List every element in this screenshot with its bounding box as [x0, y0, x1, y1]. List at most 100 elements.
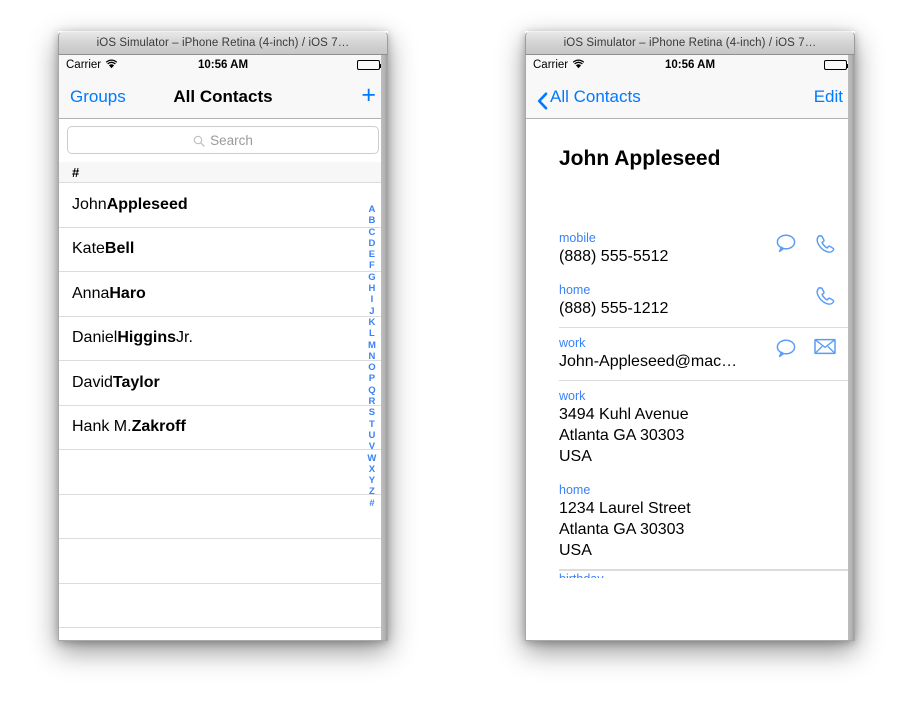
contact-field-row[interactable]: mobile (888) 555-5512: [526, 223, 854, 275]
screen-right-edge-right: [848, 55, 854, 640]
index-letter[interactable]: Y: [369, 475, 376, 486]
back-button-label: All Contacts: [550, 86, 641, 106]
contact-row[interactable]: Hank M. Zakroff: [59, 406, 387, 450]
empty-list-row: [59, 539, 387, 584]
index-letter[interactable]: M: [368, 340, 376, 351]
contact-field-row[interactable]: work 3494 Kuhl Avenue Atlanta GA 30303 USA: [526, 381, 854, 475]
window-titlebar-right[interactable]: iOS Simulator – iPhone Retina (4-inch) /…: [525, 31, 855, 55]
index-letter[interactable]: L: [369, 328, 375, 339]
screen-right-edge-left: [381, 55, 387, 640]
status-bar-left: Carrier 10:56 AM: [59, 55, 387, 75]
contact-first-name: Hank M.: [72, 418, 132, 436]
contact-field-row[interactable]: home (888) 555-1212: [526, 275, 854, 327]
cut-off-field-label: birthday: [526, 571, 854, 578]
field-actions: [775, 233, 836, 255]
index-letter[interactable]: D: [368, 238, 375, 249]
index-letter[interactable]: S: [369, 407, 376, 418]
index-letter[interactable]: G: [368, 272, 376, 283]
contact-row[interactable]: Kate Bell: [59, 228, 387, 272]
status-bar-right: Carrier 10:56 AM: [526, 55, 854, 75]
alphabet-index-bar[interactable]: A B C D E F G H I J K L M N O P Q R S T U V W X Y Z #: [365, 204, 379, 509]
contact-row[interactable]: David Taylor: [59, 361, 387, 406]
navigation-bar-right: All Contacts Edit: [526, 75, 854, 119]
device-screen-left: Carrier 10:56 AM Groups All Contacts + S…: [58, 55, 388, 641]
contact-rows-container: John Appleseed Kate Bell Anna Haro Daniel H…: [59, 183, 387, 628]
contact-row[interactable]: Anna Haro: [59, 272, 387, 317]
contact-row[interactable]: Daniel Higgins Jr.: [59, 317, 387, 361]
index-letter[interactable]: K: [368, 317, 375, 328]
contact-last-name: Taylor: [112, 373, 160, 391]
status-bar-time-right: 10:56 AM: [664, 59, 716, 71]
field-value: (888) 555-1212: [559, 300, 669, 317]
contact-field-row[interactable]: home 1234 Laurel Street Atlanta GA 30303 US…: [526, 475, 854, 569]
contact-last-name: Zakroff: [131, 418, 186, 436]
section-header: #: [59, 162, 387, 183]
contact-last-name: Higgins: [117, 329, 177, 347]
edit-button[interactable]: Edit: [814, 87, 843, 107]
contact-field-row[interactable]: work John-Appleseed@mac…: [526, 328, 854, 380]
field-value-line: Atlanta GA 30303: [559, 521, 685, 538]
index-letter[interactable]: Z: [369, 486, 375, 497]
index-letter[interactable]: A: [368, 204, 375, 215]
field-label: home: [559, 283, 591, 297]
index-letter[interactable]: T: [369, 419, 375, 430]
contact-first-name: Kate: [72, 240, 105, 258]
index-letter[interactable]: H: [368, 283, 375, 294]
field-value-line: Atlanta GA 30303: [559, 427, 685, 444]
search-icon: [193, 134, 205, 147]
groups-button[interactable]: Groups: [70, 87, 126, 107]
index-letter[interactable]: N: [368, 351, 375, 362]
index-letter[interactable]: B: [368, 215, 375, 226]
index-letter[interactable]: O: [368, 362, 376, 373]
index-letter[interactable]: W: [367, 453, 376, 464]
field-actions: [775, 338, 836, 360]
message-bubble-icon[interactable]: [775, 338, 797, 360]
search-input[interactable]: Search: [67, 126, 379, 154]
back-button[interactable]: All Contacts: [537, 86, 641, 110]
phone-icon[interactable]: [814, 285, 836, 307]
screenshot-stage: iOS Simulator – iPhone Retina (4-inch) /…: [0, 0, 912, 718]
index-letter[interactable]: #: [369, 498, 374, 509]
index-letter[interactable]: J: [369, 306, 374, 317]
contact-last-name: Appleseed: [106, 195, 188, 213]
contact-fields-container: mobile (888) 555-5512 home (888) 555-1212 wo…: [526, 223, 854, 570]
contact-last-name: Haro: [109, 284, 146, 302]
index-letter[interactable]: F: [369, 260, 375, 271]
empty-list-row: [59, 584, 387, 628]
index-letter[interactable]: C: [368, 227, 375, 238]
window-title-right: iOS Simulator – iPhone Retina (4-inch) /…: [563, 37, 817, 49]
contacts-list[interactable]: # John Appleseed Kate Bell Anna Haro Daniel…: [59, 162, 387, 628]
battery-full-icon: [824, 60, 849, 70]
field-label: work: [559, 389, 586, 403]
index-letter[interactable]: V: [369, 441, 376, 452]
empty-list-row: [59, 495, 387, 539]
contact-first-name: David: [72, 373, 113, 391]
add-contact-button[interactable]: +: [361, 81, 376, 109]
index-letter[interactable]: X: [369, 464, 376, 475]
status-bar-right-group-right: [824, 60, 849, 70]
index-letter[interactable]: P: [369, 373, 376, 384]
edit-button-label: Edit: [813, 86, 843, 106]
index-letter[interactable]: R: [368, 396, 375, 407]
index-letter[interactable]: E: [369, 249, 376, 260]
message-bubble-icon[interactable]: [775, 233, 797, 255]
chevron-left-icon: [537, 91, 548, 110]
window-titlebar-left[interactable]: iOS Simulator – iPhone Retina (4-inch) /…: [58, 31, 388, 55]
simulator-window-contact-detail: iOS Simulator – iPhone Retina (4-inch) /…: [525, 31, 855, 641]
plus-icon: +: [361, 81, 376, 109]
navigation-bar-left: Groups All Contacts +: [59, 75, 387, 119]
status-bar-time: 10:56 AM: [197, 59, 249, 71]
field-value: 1234 Laurel Street Atlanta GA 30303 USA: [559, 498, 854, 561]
phone-icon[interactable]: [814, 233, 836, 255]
detail-spacer: [526, 171, 854, 223]
contact-first-name: John: [72, 195, 107, 213]
index-letter[interactable]: Q: [368, 385, 376, 396]
simulator-window-contacts-list: iOS Simulator – iPhone Retina (4-inch) /…: [58, 31, 388, 641]
search-bar-container: Search: [59, 119, 387, 162]
index-letter[interactable]: I: [371, 294, 374, 305]
contact-row[interactable]: John Appleseed: [59, 183, 387, 228]
envelope-icon[interactable]: [814, 338, 836, 360]
window-title: iOS Simulator – iPhone Retina (4-inch) /…: [96, 37, 350, 49]
index-letter[interactable]: U: [368, 430, 375, 441]
field-actions: [814, 285, 836, 307]
